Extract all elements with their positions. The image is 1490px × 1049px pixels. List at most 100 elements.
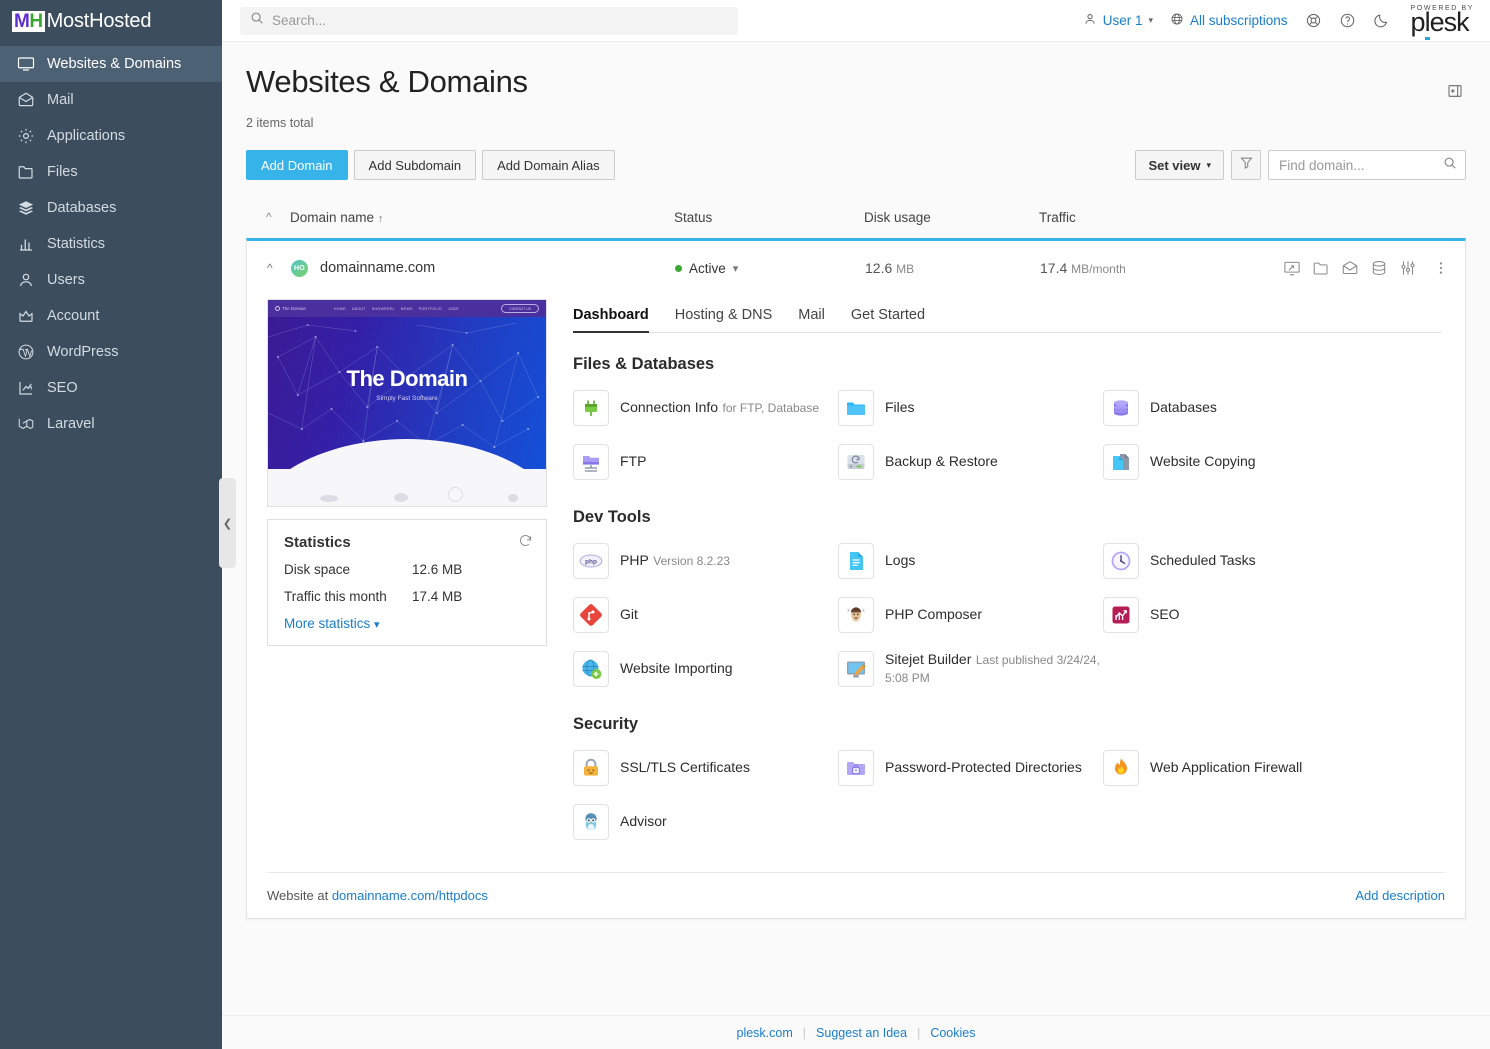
tool-label: Website Copying: [1150, 453, 1256, 469]
add-domain-button[interactable]: Add Domain: [246, 150, 348, 180]
brand-mark-icon: MH: [12, 10, 45, 32]
tool-label: Sitejet Builder: [885, 651, 972, 667]
collapse-all-caret-icon[interactable]: ^: [266, 210, 290, 224]
tool-website-copying[interactable]: Website Copying: [1103, 438, 1441, 486]
sitejet-icon: [838, 651, 874, 687]
section-title-security: Security: [573, 715, 639, 733]
page-footer: plesk.com | Suggest an Idea | Cookies: [222, 1015, 1490, 1049]
tool-sitejet-builder[interactable]: Sitejet Builder Last published 3/24/24, …: [838, 645, 1103, 693]
user-menu[interactable]: User 1 ▾: [1083, 12, 1153, 29]
databases-icon[interactable]: [1370, 259, 1388, 277]
statistics-label: Disk space: [284, 562, 351, 577]
footer-separator: |: [802, 1025, 807, 1040]
website-path-link[interactable]: domainname.com/httpdocs: [332, 888, 488, 903]
sidebar-item-wordpress[interactable]: WordPress: [0, 334, 222, 370]
tool-seo[interactable]: SEO: [1103, 591, 1441, 639]
tool-text: Backup & Restore: [885, 453, 998, 471]
support-lifebuoy-icon[interactable]: [1305, 12, 1322, 29]
tool-text: Connection Info for FTP, Database: [620, 399, 819, 417]
tab-dashboard[interactable]: Dashboard: [573, 307, 649, 333]
chevron-down-icon: ▾: [374, 619, 380, 631]
dark-mode-moon-icon[interactable]: [1373, 12, 1390, 29]
refresh-icon[interactable]: [518, 533, 533, 553]
set-view-button[interactable]: Set view ▾: [1135, 150, 1224, 180]
file-manager-icon[interactable]: [1312, 259, 1330, 277]
tool-backup-restore[interactable]: Backup & Restore: [838, 438, 1103, 486]
subscriptions-label: All subscriptions: [1190, 13, 1288, 28]
status-badge[interactable]: Active ▾: [675, 261, 865, 276]
tool-advisor[interactable]: Advisor: [573, 798, 838, 846]
brand-logo[interactable]: MH MostHosted: [0, 0, 222, 42]
domain-name-link[interactable]: domainname.com: [320, 260, 435, 276]
column-header-domain[interactable]: Domain name ↑: [290, 210, 674, 225]
tool-scheduled-tasks[interactable]: Scheduled Tasks: [1103, 537, 1441, 585]
thumbnail-nav-link: NEWS: [400, 306, 413, 311]
site-thumbnail[interactable]: The Domain HOME ABOUT SHOWREEL NEWS PORT…: [267, 299, 547, 507]
tool-password-protected-directories[interactable]: Password-Protected Directories: [838, 744, 1103, 792]
tab-get-started[interactable]: Get Started: [851, 307, 925, 332]
tool-php-composer[interactable]: PHP Composer: [838, 591, 1103, 639]
footer-link-cookies[interactable]: Cookies: [930, 1026, 975, 1040]
sidebar-item-applications[interactable]: Applications: [0, 118, 222, 154]
tool-php[interactable]: php PHP Version 8.2.23: [573, 537, 838, 585]
tab-mail[interactable]: Mail: [798, 307, 825, 332]
add-subdomain-button[interactable]: Add Subdomain: [353, 150, 477, 180]
column-header-status: Status: [674, 209, 713, 225]
sidebar-item-label: Users: [47, 272, 85, 288]
tool-files[interactable]: Files: [838, 384, 1103, 432]
settings-sliders-icon[interactable]: [1399, 259, 1417, 277]
find-domain-input[interactable]: [1279, 157, 1437, 173]
sidebar-collapse-handle[interactable]: ❮: [219, 478, 236, 568]
tab-hosting-dns[interactable]: Hosting & DNS: [675, 307, 773, 332]
status-dot-icon: [675, 264, 682, 272]
sidebar-item-account[interactable]: Account: [0, 298, 222, 334]
search-input[interactable]: [272, 13, 728, 28]
sidebar-item-label: WordPress: [47, 344, 119, 360]
tool-web-application-firewall[interactable]: Web Application Firewall: [1103, 744, 1441, 792]
sidebar-item-laravel[interactable]: Laravel: [0, 406, 222, 442]
sidebar-item-websites-domains[interactable]: Websites & Domains: [0, 46, 222, 82]
tool-text: Sitejet Builder Last published 3/24/24, …: [885, 651, 1103, 687]
sidebar-item-label: Statistics: [47, 236, 106, 252]
toolbar-right: Set view ▾: [1135, 150, 1466, 180]
tool-text: Advisor: [620, 813, 667, 831]
disk-usage-value: 12.6: [865, 260, 893, 276]
thumbnail-site-nav: The Domain HOME ABOUT SHOWREEL NEWS PORT…: [268, 300, 546, 317]
more-statistics-link[interactable]: More statistics ▾: [284, 616, 530, 631]
thumbnail-nav-link: SHOWREEL: [371, 306, 395, 311]
row-collapse-caret-icon[interactable]: ^: [267, 261, 291, 275]
thumbnail-shape: [448, 487, 463, 502]
search-icon: [1443, 156, 1457, 175]
tool-text: SEO: [1150, 606, 1180, 624]
sidebar-item-statistics[interactable]: Statistics: [0, 226, 222, 262]
footer-link-suggest-idea[interactable]: Suggest an Idea: [816, 1026, 907, 1040]
sidebar-item-files[interactable]: Files: [0, 154, 222, 190]
plesk-logo[interactable]: POWERED BY plesk: [1411, 5, 1474, 40]
more-menu-icon[interactable]: [1428, 260, 1449, 276]
section-security: SSL/TLS Certificates Password-Protected …: [573, 744, 1441, 846]
sidebar-item-seo[interactable]: SEO: [0, 370, 222, 406]
subscriptions-selector[interactable]: All subscriptions: [1170, 12, 1288, 29]
mail-icon[interactable]: [1341, 259, 1359, 277]
sidebar-item-mail[interactable]: Mail: [0, 82, 222, 118]
seo-chart-icon: [1103, 597, 1139, 633]
preview-site-icon[interactable]: [1283, 259, 1301, 277]
add-domain-alias-button[interactable]: Add Domain Alias: [482, 150, 615, 180]
tool-git[interactable]: Git: [573, 591, 838, 639]
sidebar-item-databases[interactable]: Databases: [0, 190, 222, 226]
global-search[interactable]: [240, 6, 738, 35]
help-icon[interactable]: [1339, 12, 1356, 29]
sidebar-item-users[interactable]: Users: [0, 262, 222, 298]
collapse-panel-button[interactable]: [1444, 80, 1466, 102]
filter-button[interactable]: [1231, 150, 1261, 180]
tool-ssl-tls-certificates[interactable]: SSL/TLS Certificates: [573, 744, 838, 792]
thumbnail-shape: [508, 494, 518, 502]
find-domain-field[interactable]: [1268, 150, 1466, 180]
footer-link-plesk[interactable]: plesk.com: [737, 1026, 793, 1040]
tool-connection-info[interactable]: Connection Info for FTP, Database: [573, 384, 838, 432]
tool-databases[interactable]: Databases: [1103, 384, 1441, 432]
tool-website-importing[interactable]: Website Importing: [573, 645, 838, 693]
tool-logs[interactable]: Logs: [838, 537, 1103, 585]
add-description-link[interactable]: Add description: [1355, 888, 1445, 903]
tool-ftp[interactable]: FTP: [573, 438, 838, 486]
